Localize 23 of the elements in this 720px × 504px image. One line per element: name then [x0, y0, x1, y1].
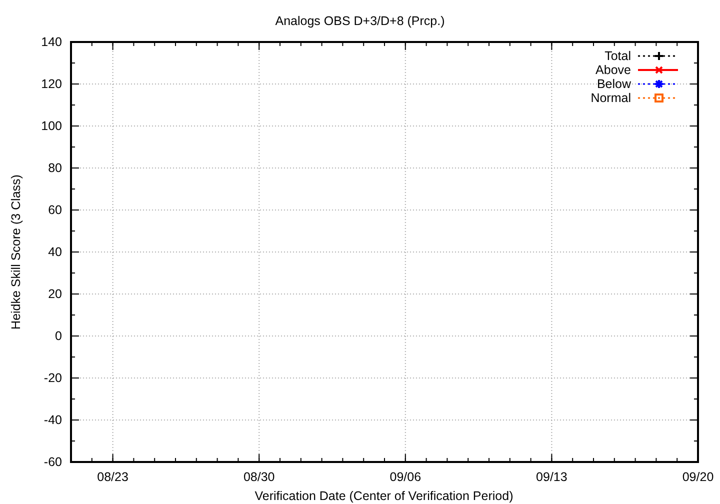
y-tick-label: 80	[48, 161, 62, 175]
x-tick-label: 08/30	[243, 470, 275, 484]
x-axis-title: Verification Date (Center of Verification Period)	[254, 489, 514, 503]
y-tick-label: -40	[44, 413, 62, 427]
y-tick-label: 0	[55, 329, 62, 343]
x-tick-label: 08/23	[97, 470, 128, 484]
chart-title: Analogs OBS D+3/D+8 (Prcp.)	[275, 14, 445, 28]
y-tick-label: 100	[41, 119, 62, 133]
x-tick-label: 09/20	[682, 470, 714, 484]
legend-label: Normal	[590, 91, 631, 105]
y-tick-label: 140	[41, 35, 62, 49]
legend-label: Above	[596, 63, 631, 77]
legend-label: Total	[604, 49, 631, 63]
x-tick-label: 09/06	[390, 470, 422, 484]
y-tick-label: 20	[48, 287, 62, 301]
y-tick-label: 40	[48, 245, 62, 259]
y-axis-title: Heidke Skill Score (3 Class)	[9, 174, 23, 330]
y-tick-label: -20	[44, 371, 62, 385]
y-tick-label: -60	[44, 455, 62, 469]
x-tick-label: 09/13	[536, 470, 568, 484]
y-tick-label: 60	[48, 203, 62, 217]
y-tick-label: 120	[41, 77, 62, 91]
legend-label: Below	[596, 77, 631, 91]
